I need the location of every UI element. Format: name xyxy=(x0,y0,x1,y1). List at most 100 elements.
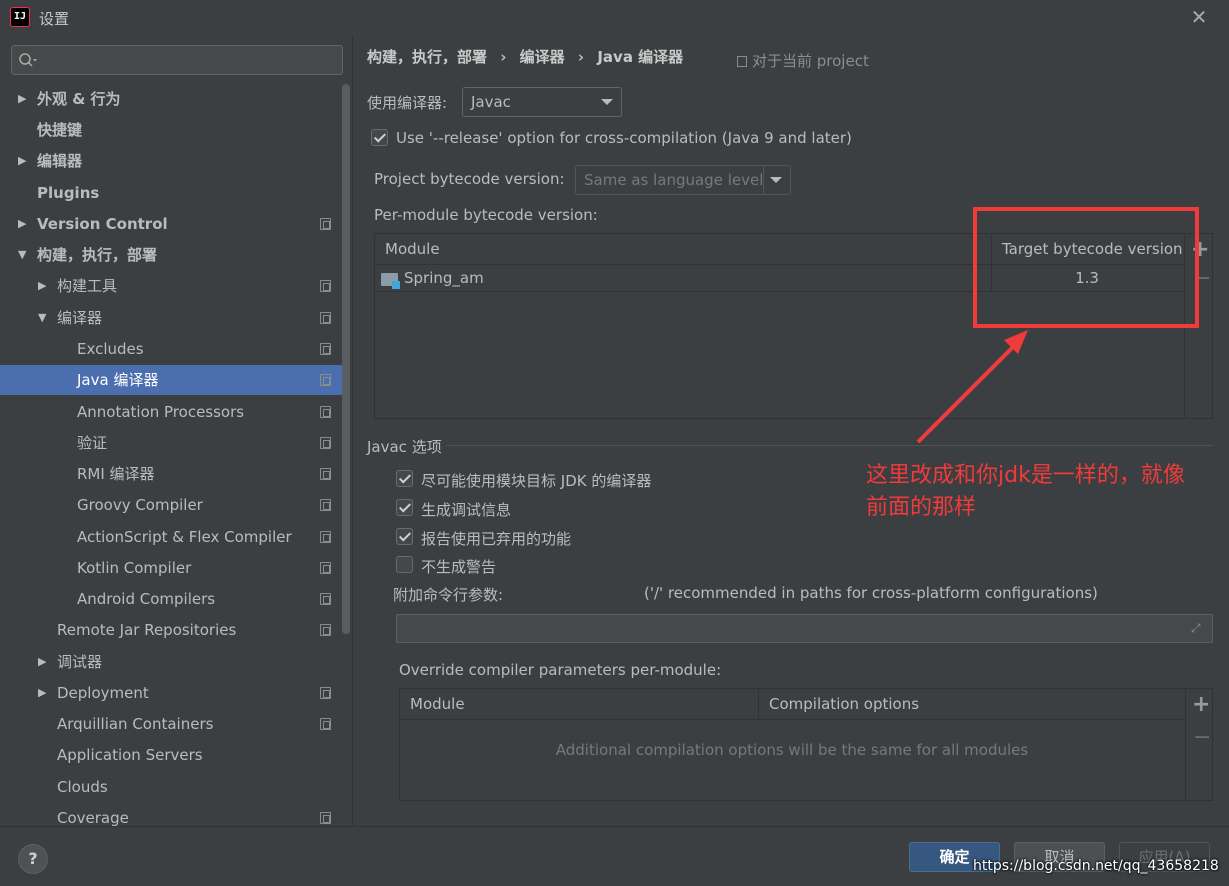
chevron-right-icon: ▶ xyxy=(18,154,27,167)
dropdown-arrow-icon xyxy=(770,177,782,183)
sidebar-item-keymap[interactable]: 快捷键 xyxy=(0,115,342,145)
column-header-compilation-options[interactable]: Compilation options xyxy=(769,695,919,713)
compiler-select-value: Javac xyxy=(471,93,511,111)
project-scope-icon xyxy=(320,562,331,574)
sidebar-item-groovy-compiler[interactable]: Groovy Compiler xyxy=(0,490,342,520)
javac-section-label: Javac 选项 xyxy=(367,438,442,456)
sidebar-item-arquillian-containers[interactable]: Arquillian Containers xyxy=(0,709,342,739)
no-warnings-label: 不生成警告 xyxy=(421,558,497,576)
column-header-module[interactable]: Module xyxy=(385,240,440,258)
project-scope-icon xyxy=(320,374,331,386)
project-scope-icon xyxy=(320,812,331,824)
project-bytecode-select[interactable]: Same as language level xyxy=(575,165,791,195)
dialog-button-bar: ? 确定 取消 应用(A) https://blog.csdn.net/qq_4… xyxy=(0,826,1229,886)
project-scope-icon xyxy=(320,593,331,605)
sidebar-item-excludes[interactable]: Excludes xyxy=(0,334,342,364)
project-scope-icon xyxy=(320,499,331,511)
settings-sidebar: ▶ 外观 & 行为 快捷键 ▶ 编辑器 Plugins ▶ Version Co… xyxy=(0,36,353,826)
empty-table-message: Additional compilation options will be t… xyxy=(555,741,1029,759)
combo-divider xyxy=(763,166,764,194)
release-option-checkbox[interactable] xyxy=(371,129,388,146)
scope-label: 对于当前 project xyxy=(752,52,869,70)
sidebar-item-version-control[interactable]: ▶ Version Control xyxy=(0,209,342,239)
expand-icon[interactable]: ⤢ xyxy=(1191,622,1204,635)
sidebar-item-compiler[interactable]: ▼ 编译器 xyxy=(0,303,342,333)
extra-params-input[interactable]: ⤢ xyxy=(396,614,1213,643)
sidebar-item-label: Coverage xyxy=(57,809,129,826)
add-icon[interactable]: + xyxy=(1192,694,1210,716)
deprecation-checkbox[interactable] xyxy=(396,528,413,545)
override-params-table: Module Compilation options Additional co… xyxy=(399,688,1213,801)
sidebar-item-label: Application Servers xyxy=(57,746,203,764)
sidebar-item-kotlin-compiler[interactable]: Kotlin Compiler xyxy=(0,553,342,583)
sidebar-item-label: 验证 xyxy=(77,434,108,452)
sidebar-item-java-compiler[interactable]: Java 编译器 xyxy=(0,365,342,395)
breadcrumb-java-compiler: Java 编译器 xyxy=(597,48,684,66)
sidebar-item-label: ActionScript & Flex Compiler xyxy=(77,528,292,546)
debug-info-checkbox[interactable] xyxy=(396,499,413,516)
sidebar-item-application-servers[interactable]: Application Servers xyxy=(0,740,342,770)
per-module-bytecode-label: Per-module bytecode version: xyxy=(374,206,598,224)
project-scope-icon xyxy=(320,624,331,636)
help-button[interactable]: ? xyxy=(18,844,48,874)
window-title: 设置 xyxy=(39,10,70,28)
sidebar-item-build-execution-deployment[interactable]: ▼ 构建，执行，部署 xyxy=(0,240,342,270)
sidebar-item-deployment[interactable]: ▶ Deployment xyxy=(0,678,342,708)
annotation-arrow-icon xyxy=(916,330,1028,444)
sidebar-item-label: Android Compilers xyxy=(77,590,216,608)
sidebar-item-rmi-compiler[interactable]: RMI 编译器 xyxy=(0,459,342,489)
sidebar-item-build-tools[interactable]: ▶ 构建工具 xyxy=(0,271,342,301)
section-divider xyxy=(446,445,1213,446)
sidebar-item-annotation-processors[interactable]: Annotation Processors xyxy=(0,397,342,427)
annotation-note: 这里改成和你jdk是一样的，就像前面的那样 xyxy=(866,463,1185,520)
sidebar-item-label: Arquillian Containers xyxy=(57,715,214,733)
sidebar-item-label: Java 编译器 xyxy=(77,371,159,389)
project-scope-icon xyxy=(320,343,331,355)
module-name: Spring_am xyxy=(404,269,484,287)
override-params-label: Override compiler parameters per-module: xyxy=(399,661,722,679)
sidebar-item-label: Annotation Processors xyxy=(77,403,245,421)
watermark-url: https://blog.csdn.net/qq_43658218 xyxy=(973,858,1219,874)
project-scope-icon xyxy=(320,468,331,480)
chevron-right-icon: ▶ xyxy=(18,92,27,105)
sidebar-item-remote-jar-repositories[interactable]: Remote Jar Repositories xyxy=(0,615,342,645)
use-module-jdk-checkbox[interactable] xyxy=(396,470,413,487)
debug-info-label: 生成调试信息 xyxy=(421,501,512,519)
sidebar-scrollbar[interactable] xyxy=(342,84,350,634)
close-icon[interactable]: ✕ xyxy=(1188,6,1210,28)
sidebar-item-plugins[interactable]: Plugins xyxy=(0,178,342,208)
project-scope-icon xyxy=(320,406,331,418)
sidebar-item-appearance[interactable]: ▶ 外观 & 行为 xyxy=(0,84,342,114)
search-input[interactable] xyxy=(11,45,343,75)
breadcrumb-build: 构建，执行，部署 xyxy=(367,48,488,66)
sidebar-item-android-compilers[interactable]: Android Compilers xyxy=(0,584,342,614)
chevron-right-icon: ▶ xyxy=(38,655,47,668)
sidebar-item-label: Deployment xyxy=(57,684,149,702)
highlight-box xyxy=(973,207,1199,328)
sidebar-item-label: 编译器 xyxy=(57,309,103,327)
no-warnings-checkbox[interactable] xyxy=(396,556,413,573)
project-bytecode-label: Project bytecode version: xyxy=(374,170,565,188)
compiler-select[interactable]: Javac xyxy=(462,87,622,117)
breadcrumb: 构建，执行，部署 › 编译器 › Java 编译器 xyxy=(367,46,691,67)
sidebar-item-label: Version Control xyxy=(37,215,168,233)
column-header-module[interactable]: Module xyxy=(410,695,465,713)
project-scope-icon xyxy=(320,687,331,699)
sidebar-item-label: 构建，执行，部署 xyxy=(37,246,158,264)
remove-icon[interactable]: − xyxy=(1193,727,1211,749)
release-option-label: Use '--release' option for cross-compila… xyxy=(396,129,852,147)
dropdown-arrow-icon xyxy=(601,99,613,105)
use-compiler-label: 使用编译器: xyxy=(367,94,448,112)
sidebar-item-actionscript-flex-compiler[interactable]: ActionScript & Flex Compiler xyxy=(0,522,342,552)
chevron-down-icon: ▼ xyxy=(38,311,47,324)
sidebar-item-validation[interactable]: 验证 xyxy=(0,428,342,458)
project-scope-icon xyxy=(737,56,747,67)
sidebar-item-clouds[interactable]: Clouds xyxy=(0,772,342,802)
sidebar-item-editor[interactable]: ▶ 编辑器 xyxy=(0,146,342,176)
sidebar-item-label: Plugins xyxy=(37,184,100,202)
use-module-jdk-label: 尽可能使用模块目标 JDK 的编译器 xyxy=(421,472,652,490)
sidebar-item-label: Groovy Compiler xyxy=(77,496,203,514)
sidebar-item-debugger[interactable]: ▶ 调试器 xyxy=(0,647,342,677)
sidebar-item-coverage[interactable]: Coverage xyxy=(0,803,342,826)
table-toolbar: + − xyxy=(1185,689,1212,800)
